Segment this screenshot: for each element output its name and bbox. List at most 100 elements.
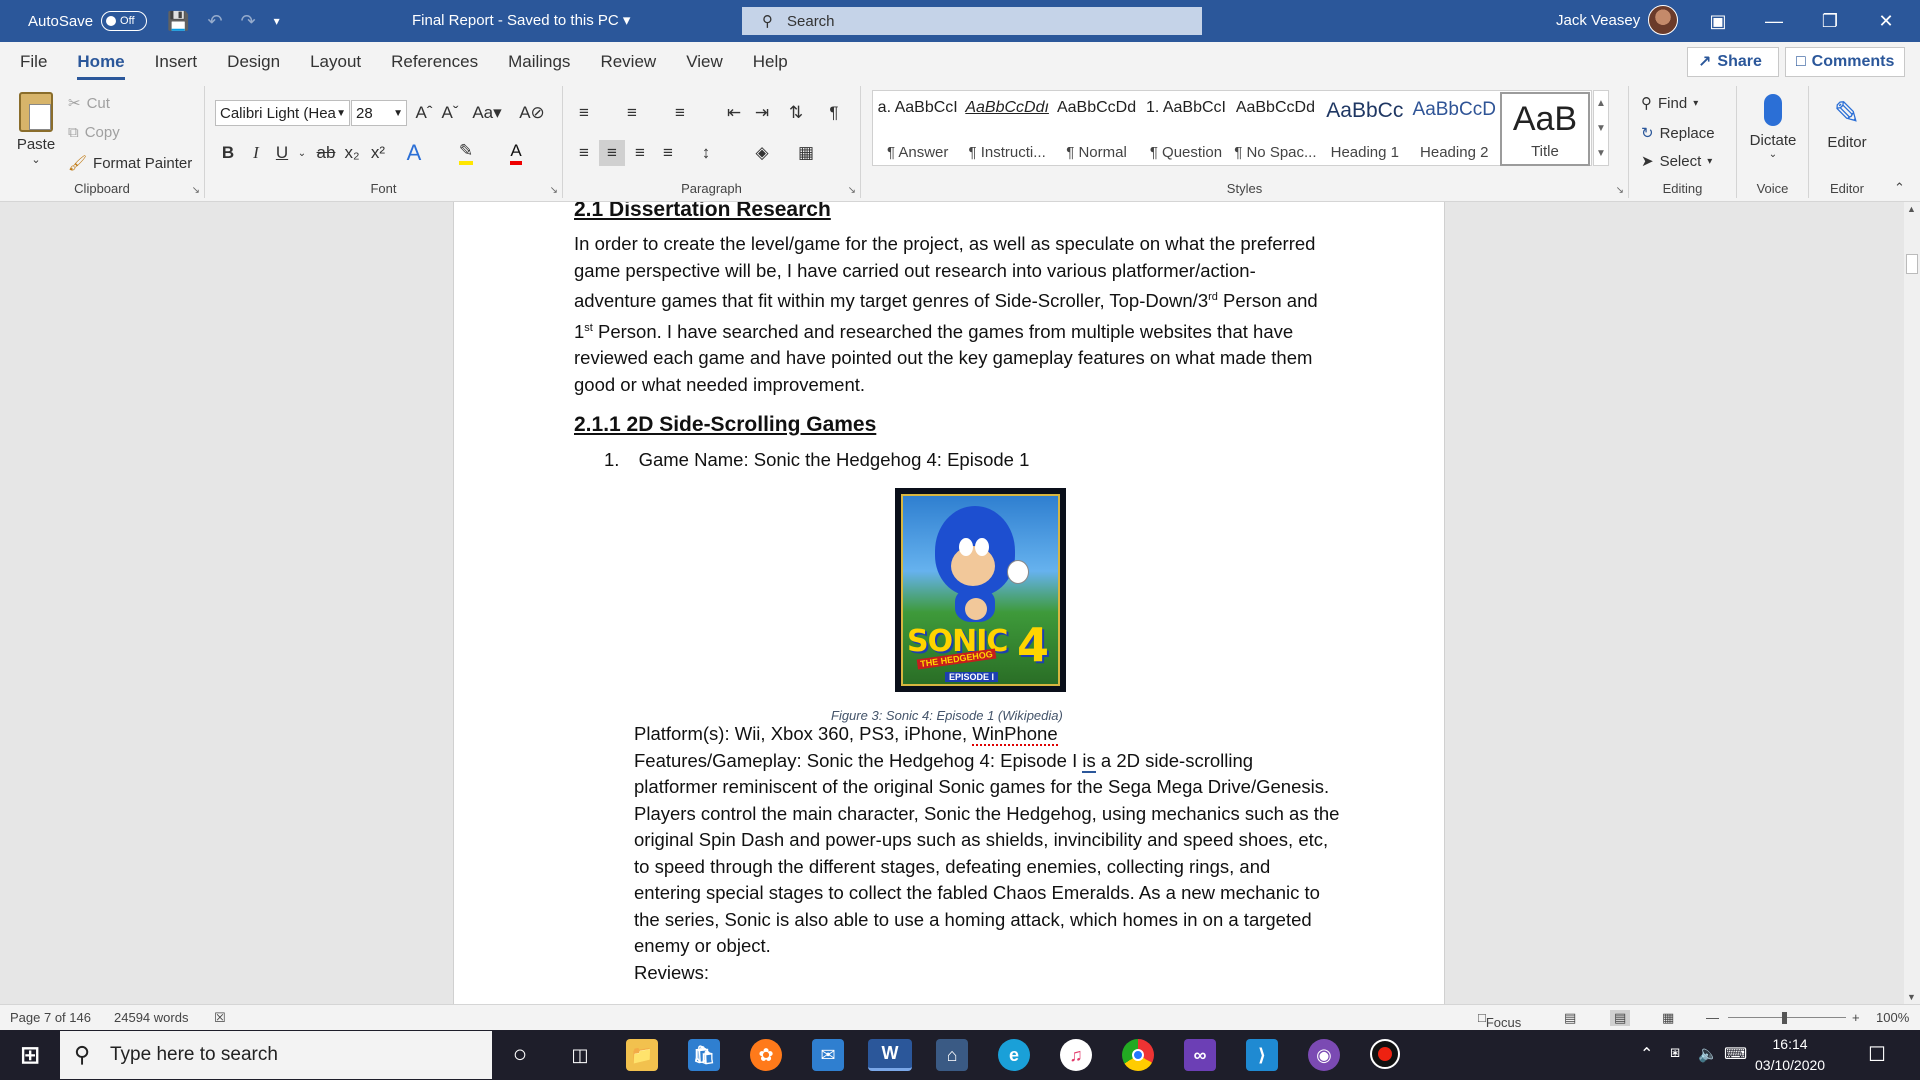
- github-desktop-icon[interactable]: ◉: [1308, 1039, 1340, 1071]
- show-hidden-icons-icon[interactable]: ⌃: [1640, 1044, 1653, 1064]
- tab-mailings[interactable]: Mailings: [493, 42, 585, 82]
- ribbon-display-options-icon[interactable]: ▣: [1690, 0, 1746, 42]
- page-count[interactable]: Page 7 of 146: [10, 1010, 91, 1025]
- word-icon[interactable]: W: [868, 1039, 912, 1071]
- dialog-launcher-icon[interactable]: ↘: [848, 185, 856, 196]
- sonic-4-cover-image[interactable]: SONIC THE HEDGEHOG 4 EPISODE I: [895, 488, 1066, 692]
- zoom-slider-thumb[interactable]: [1782, 1012, 1787, 1024]
- bold-icon[interactable]: B: [215, 140, 241, 166]
- tab-review[interactable]: Review: [585, 42, 671, 82]
- multilevel-list-icon[interactable]: ≡: [667, 100, 693, 126]
- minimize-icon[interactable]: —: [1746, 0, 1802, 42]
- redo-icon[interactable]: ↷: [241, 11, 256, 32]
- paste-button[interactable]: Paste ⌄: [14, 92, 58, 166]
- align-center-icon[interactable]: ≡: [599, 140, 625, 166]
- bullets-icon[interactable]: ≡: [571, 100, 597, 126]
- windows-start-icon[interactable]: ⊞: [14, 1039, 46, 1071]
- text-effects-icon[interactable]: A: [401, 140, 427, 166]
- dictate-button[interactable]: Dictate ⌄: [1747, 94, 1799, 160]
- style-normal[interactable]: AaBbCcDd ¶ Normal: [1052, 91, 1141, 165]
- web-layout-icon[interactable]: ▦: [1662, 1010, 1674, 1026]
- align-right-icon[interactable]: ≡: [627, 140, 653, 166]
- italic-icon[interactable]: I: [243, 140, 269, 166]
- print-layout-icon[interactable]: ▤: [1610, 1010, 1631, 1026]
- strikethrough-icon[interactable]: ab: [313, 140, 339, 166]
- tab-file[interactable]: File: [0, 42, 62, 82]
- cortana-icon[interactable]: ○: [504, 1039, 536, 1071]
- document-page[interactable]: 2.1 Dissertation Research In order to cr…: [453, 202, 1445, 1004]
- autosave[interactable]: AutoSave Off: [28, 11, 148, 31]
- notifications-icon[interactable]: ☐: [1868, 1042, 1886, 1067]
- zoom-level[interactable]: 100%: [1876, 1010, 1909, 1025]
- style-answer[interactable]: a. AaBbCcI ¶ Answer: [873, 91, 962, 165]
- shading-icon[interactable]: ◈: [749, 140, 775, 166]
- zoom-slider[interactable]: [1728, 1017, 1846, 1018]
- dialog-launcher-icon[interactable]: ↘: [192, 185, 200, 196]
- numbering-icon[interactable]: ≡: [619, 100, 645, 126]
- decrease-indent-icon[interactable]: ⇤: [721, 100, 747, 126]
- tab-layout[interactable]: Layout: [295, 42, 376, 82]
- select-button[interactable]: ➤ Select ▾: [1641, 152, 1712, 171]
- dialog-launcher-icon[interactable]: ↘: [550, 185, 558, 196]
- avatar[interactable]: [1648, 5, 1678, 35]
- comments-button[interactable]: □ Comments: [1785, 47, 1905, 77]
- network-icon[interactable]: ⧆: [1670, 1044, 1680, 1062]
- save-icon[interactable]: 💾: [167, 11, 189, 32]
- align-left-icon[interactable]: ≡: [571, 140, 597, 166]
- visual-studio-icon[interactable]: ∞: [1184, 1039, 1216, 1071]
- style-heading-2[interactable]: AaBbCcD Heading 2: [1410, 91, 1499, 165]
- share-button[interactable]: ↗ Share: [1687, 47, 1779, 77]
- show-formatting-marks-icon[interactable]: ¶: [821, 100, 847, 126]
- style-heading-1[interactable]: AaBbCc Heading 1: [1320, 91, 1409, 165]
- subscript-icon[interactable]: x₂: [339, 140, 365, 166]
- zoom-out-icon[interactable]: —: [1706, 1010, 1719, 1025]
- firefox-icon[interactable]: ✿: [750, 1039, 782, 1071]
- clear-formatting-icon[interactable]: A⊘: [519, 100, 545, 126]
- tab-view[interactable]: View: [671, 42, 738, 82]
- scroll-down-icon[interactable]: ▼: [1907, 992, 1916, 1002]
- font-name-box[interactable]: Calibri Light (Hea ▼: [215, 100, 350, 126]
- vertical-scrollbar[interactable]: ▲ ▼: [1904, 202, 1920, 1004]
- shrink-font-icon[interactable]: Aˇ: [437, 100, 463, 126]
- tab-references[interactable]: References: [376, 42, 493, 82]
- close-icon[interactable]: ✕: [1858, 0, 1914, 42]
- task-view-icon[interactable]: ◫: [564, 1039, 596, 1071]
- sort-icon[interactable]: ⇅: [783, 100, 809, 126]
- scroll-thumb[interactable]: [1906, 254, 1918, 274]
- volume-icon[interactable]: 🔈: [1698, 1044, 1718, 1064]
- itunes-icon[interactable]: ♫: [1060, 1039, 1092, 1071]
- style-question[interactable]: 1. AaBbCcI ¶ Question: [1141, 91, 1230, 165]
- store-icon[interactable]: 🛍: [688, 1039, 720, 1071]
- tab-home[interactable]: Home: [62, 42, 139, 82]
- collapse-ribbon-icon[interactable]: ⌃: [1894, 180, 1905, 196]
- tab-help[interactable]: Help: [738, 42, 803, 82]
- undo-icon[interactable]: ↶: [207, 11, 222, 32]
- chrome-icon[interactable]: [1122, 1039, 1154, 1071]
- user-name[interactable]: Jack Veasey: [1556, 12, 1640, 29]
- font-color-icon[interactable]: A: [503, 140, 529, 166]
- increase-indent-icon[interactable]: ⇥: [749, 100, 775, 126]
- justify-icon[interactable]: ≡: [655, 140, 681, 166]
- customize-qat-icon[interactable]: ▾: [274, 14, 280, 28]
- superscript-icon[interactable]: x²: [365, 140, 391, 166]
- file-explorer-icon[interactable]: 📁: [626, 1039, 658, 1071]
- record-icon[interactable]: [1370, 1039, 1400, 1069]
- change-case-icon[interactable]: Aa▾: [469, 100, 505, 126]
- autosave-toggle[interactable]: Off: [101, 11, 148, 31]
- scroll-up-icon[interactable]: ▲: [1907, 204, 1916, 214]
- paste-dropdown-icon[interactable]: ⌄: [14, 153, 58, 166]
- underline-dropdown-icon[interactable]: ⌄: [289, 140, 315, 166]
- style-no-spacing[interactable]: AaBbCcDd ¶ No Spac...: [1231, 91, 1320, 165]
- mail-icon[interactable]: ✉: [812, 1039, 844, 1071]
- clock[interactable]: 16:14 03/10/2020: [1755, 1034, 1825, 1076]
- style-instructions[interactable]: AaBbCcDdı ¶ Instructi...: [962, 91, 1051, 165]
- remote-desktop-icon[interactable]: ⌂: [936, 1039, 968, 1071]
- styles-scroll[interactable]: ▲ ▼ ▼: [1593, 90, 1609, 166]
- line-spacing-icon[interactable]: ↕: [693, 140, 719, 166]
- format-painter-button[interactable]: 🖌 Format Painter: [68, 154, 192, 173]
- edge-icon[interactable]: e: [998, 1039, 1030, 1071]
- grow-font-icon[interactable]: Aˆ: [411, 100, 437, 126]
- document-title[interactable]: Final Report - Saved to this PC ▾: [412, 11, 630, 29]
- zoom-in-icon[interactable]: +: [1852, 1010, 1860, 1025]
- font-size-box[interactable]: 28 ▼: [351, 100, 407, 126]
